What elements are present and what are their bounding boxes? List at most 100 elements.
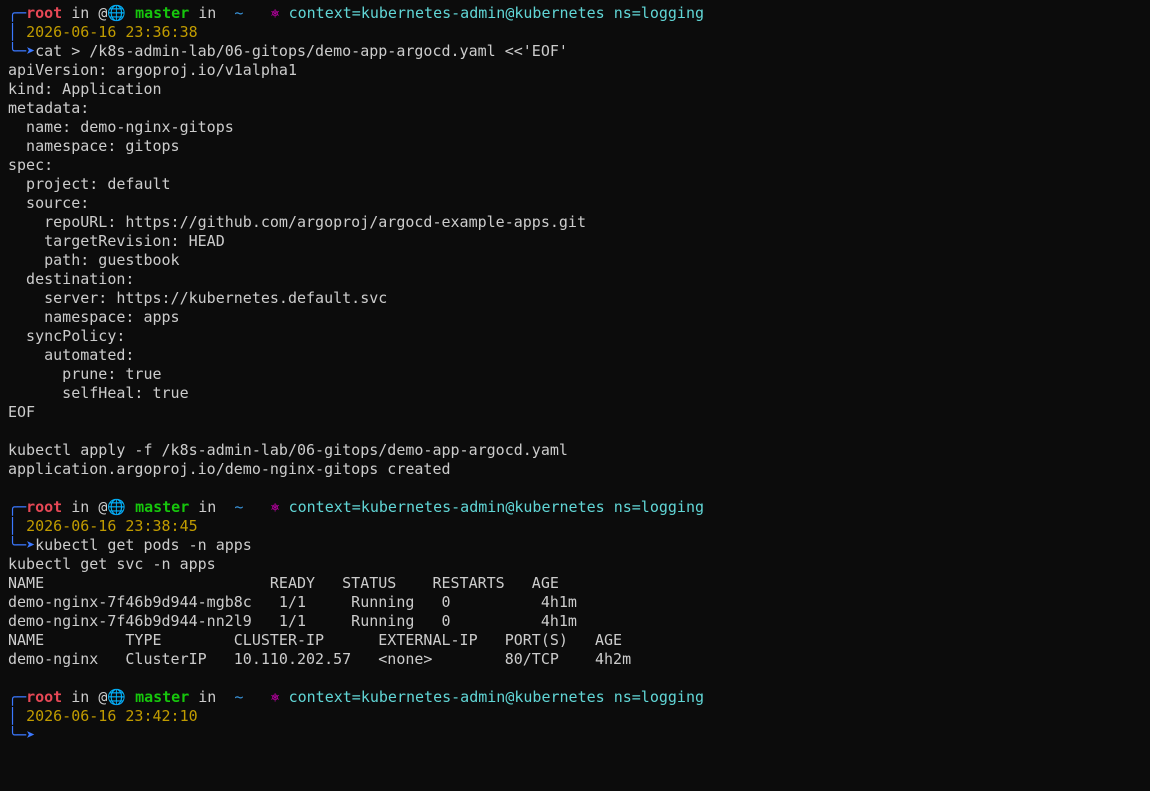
prompt-user: root	[26, 688, 63, 706]
prompt-timestamp: 2026-06-16 23:42:10	[26, 707, 198, 725]
prompt-corner-mid: │	[8, 23, 27, 41]
command-line[interactable]: ╰─➤	[8, 726, 1142, 745]
output-line: source:	[8, 194, 90, 212]
output-line: application.argoproj.io/demo-nginx-gitop…	[8, 460, 451, 478]
output-line: namespace: apps	[8, 308, 180, 326]
prompt-in-label: in	[71, 4, 90, 22]
prompt-arrow-icon: ➤	[26, 42, 36, 60]
output-line: name: demo-nginx-gitops	[8, 118, 234, 136]
prompt-corner-bottom: ╰─	[8, 42, 27, 60]
prompt-k8s-context: context=kubernetes-admin@kubernetes ns=l…	[288, 4, 705, 22]
prompt-corner-bottom: ╰─	[8, 536, 27, 554]
command-line[interactable]: ╰─➤kubectl get pods -n apps	[8, 536, 1142, 555]
prompt-timestamp-line: │ 2026-06-16 23:36:38	[8, 23, 1142, 42]
prompt-line: ╭─root in @🌐 master in ~ ⎈ context=kuber…	[8, 498, 1142, 517]
prompt-corner-mid: │	[8, 517, 27, 535]
prompt-user: root	[26, 498, 63, 516]
prompt-at-symbol: @	[98, 4, 108, 22]
prompt-at-symbol: @	[98, 498, 108, 516]
prompt-line: ╭─root in @🌐 master in ~ ⎈ context=kuber…	[8, 4, 1142, 23]
kubernetes-icon: ⎈	[270, 4, 280, 22]
prompt-in-label: in	[198, 498, 217, 516]
output-line: apiVersion: argoproj.io/v1alpha1	[8, 61, 297, 79]
output-line: NAME READY STATUS RESTARTS AGE	[8, 574, 559, 592]
prompt-corner-bottom: ╰─	[8, 726, 27, 744]
prompt-corner-top: ╭─	[8, 688, 27, 706]
prompt-git-branch: master	[135, 4, 190, 22]
prompt-git-branch: master	[135, 688, 190, 706]
output-line: namespace: gitops	[8, 137, 180, 155]
output-line: kind: Application	[8, 80, 162, 98]
prompt-arrow-icon: ➤	[26, 726, 36, 744]
prompt-in-label: in	[71, 498, 90, 516]
prompt-user: root	[26, 4, 63, 22]
output-line: targetRevision: HEAD	[8, 232, 225, 250]
prompt-arrow-icon: ➤	[26, 536, 36, 554]
command-text[interactable]: kubectl get pods -n apps	[35, 536, 252, 554]
output-line: selfHeal: true	[8, 384, 189, 402]
prompt-timestamp-line: │ 2026-06-16 23:38:45	[8, 517, 1142, 536]
output-line: kubectl get svc -n apps	[8, 555, 216, 573]
output-line: project: default	[8, 175, 171, 193]
prompt-k8s-context: context=kubernetes-admin@kubernetes ns=l…	[288, 688, 705, 706]
prompt-line: ╭─root in @🌐 master in ~ ⎈ context=kuber…	[8, 688, 1142, 707]
output-line: spec:	[8, 156, 54, 174]
output-line: destination:	[8, 270, 135, 288]
command-line[interactable]: ╰─➤cat > /k8s-admin-lab/06-gitops/demo-a…	[8, 42, 1142, 61]
prompt-timestamp-line: │ 2026-06-16 23:42:10	[8, 707, 1142, 726]
kubernetes-icon: ⎈	[270, 688, 280, 706]
output-line: prune: true	[8, 365, 162, 383]
terminal-window[interactable]: ╭─root in @🌐 master in ~ ⎈ context=kuber…	[8, 4, 1142, 745]
prompt-corner-top: ╭─	[8, 4, 27, 22]
prompt-in-label: in	[198, 4, 217, 22]
output-line: repoURL: https://github.com/argoproj/arg…	[8, 213, 586, 231]
command-text[interactable]: cat > /k8s-admin-lab/06-gitops/demo-app-…	[35, 42, 568, 60]
prompt-at-symbol: @	[98, 688, 108, 706]
output-line: automated:	[8, 346, 135, 364]
kubernetes-icon: ⎈	[270, 498, 280, 516]
globe-icon: 🌐	[107, 4, 127, 22]
prompt-corner-top: ╭─	[8, 498, 27, 516]
prompt-git-branch: master	[135, 498, 190, 516]
output-line: demo-nginx ClusterIP 10.110.202.57 <none…	[8, 650, 632, 668]
globe-icon: 🌐	[107, 688, 127, 706]
globe-icon: 🌐	[107, 498, 127, 516]
output-line: EOF	[8, 403, 36, 421]
prompt-in-label: in	[198, 688, 217, 706]
prompt-k8s-context: context=kubernetes-admin@kubernetes ns=l…	[288, 498, 705, 516]
output-line: syncPolicy:	[8, 327, 126, 345]
prompt-timestamp: 2026-06-16 23:38:45	[26, 517, 198, 535]
prompt-corner-mid: │	[8, 707, 27, 725]
output-line: path: guestbook	[8, 251, 180, 269]
prompt-timestamp: 2026-06-16 23:36:38	[26, 23, 198, 41]
prompt-in-label: in	[71, 688, 90, 706]
output-line: NAME TYPE CLUSTER-IP EXTERNAL-IP PORT(S)…	[8, 631, 623, 649]
output-line: demo-nginx-7f46b9d944-mgb8c 1/1 Running …	[8, 593, 577, 611]
output-line: server: https://kubernetes.default.svc	[8, 289, 388, 307]
output-line: demo-nginx-7f46b9d944-nn2l9 1/1 Running …	[8, 612, 577, 630]
